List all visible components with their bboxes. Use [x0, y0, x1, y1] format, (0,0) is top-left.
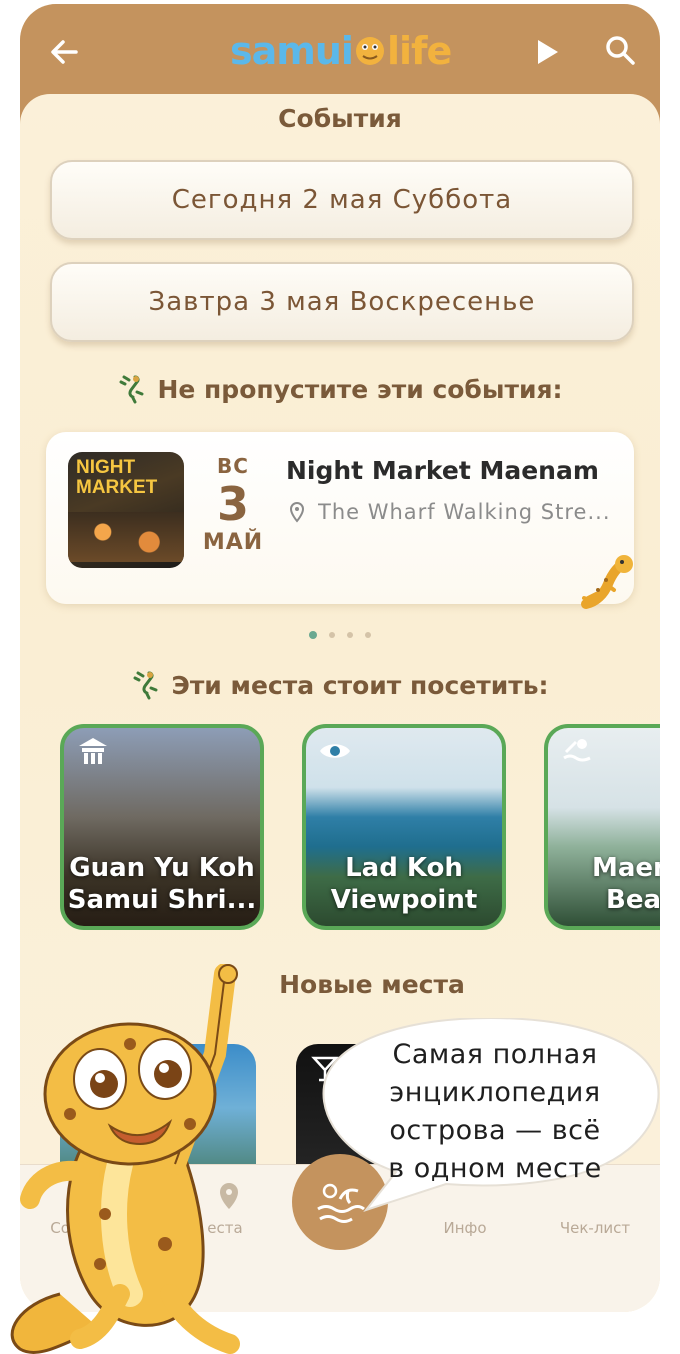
- promo-bubble-text: Самая полная энциклопедия острова — всё …: [388, 1039, 602, 1184]
- temple-icon: [79, 738, 107, 764]
- tab-label: Чек-лист: [559, 1219, 631, 1237]
- play-button[interactable]: [528, 34, 564, 70]
- place-card[interactable]: Lad Koh Viewpoint: [302, 724, 506, 930]
- map-pin-icon: [289, 501, 305, 523]
- event-title: Night Market Maenam: [286, 456, 599, 485]
- event-month: МАЙ: [202, 530, 264, 555]
- search-icon: [606, 36, 635, 65]
- pagination-dot[interactable]: [329, 632, 335, 638]
- places-title: Эти места стоит посетить:: [171, 670, 549, 700]
- event-date: ВС 3 МАЙ: [198, 454, 268, 555]
- event-poster: NIGHT MARKET: [68, 452, 184, 568]
- event-card[interactable]: NIGHT MARKET ВС 3 МАЙ Night Market Maena…: [46, 432, 634, 609]
- tab-info[interactable]: Инфо: [420, 1219, 510, 1237]
- logo-text-life: life: [386, 29, 452, 73]
- gecko-icon: [581, 555, 633, 609]
- logo-text-samui: samui: [230, 29, 354, 73]
- poster-text: NIGHT MARKET: [76, 457, 158, 498]
- event-weekday: ВС: [217, 454, 249, 478]
- carousel-pagination: [20, 631, 660, 639]
- event-day: 3: [216, 477, 249, 531]
- pagination-dot[interactable]: [365, 632, 371, 638]
- featured-events-title: Не пропустите эти события:: [157, 374, 563, 404]
- place-name: MaenBeac: [592, 853, 660, 915]
- tab-label: Инфо: [443, 1219, 487, 1237]
- tomorrow-events-button[interactable]: Завтра 3 мая Воскресенье: [50, 262, 634, 342]
- place-name: Guan Yu Koh Samui Shri...: [67, 853, 257, 915]
- gecko-icon: [133, 671, 158, 700]
- app-logo: samui life: [230, 26, 452, 76]
- events-title: События: [278, 104, 402, 133]
- arrow-left-icon: [51, 40, 78, 64]
- place-name: Lad Koh Viewpoint: [330, 853, 478, 915]
- gecko-mascot-icon: [10, 964, 240, 1354]
- eye-icon: [320, 744, 350, 758]
- logo-gecko-icon: [355, 37, 384, 65]
- play-icon: [538, 40, 558, 64]
- event-location-text: The Wharf Walking Stre...: [318, 500, 611, 524]
- place-card[interactable]: MaenBeac: [544, 724, 660, 930]
- gecko-icon: [119, 375, 144, 404]
- back-button[interactable]: [46, 34, 82, 70]
- places-heading: Эти места стоит посетить:: [20, 670, 660, 700]
- event-location: The Wharf Walking Stre...: [286, 500, 616, 524]
- tab-checklist[interactable]: Чек-лист: [550, 1219, 640, 1237]
- search-button[interactable]: [602, 32, 638, 68]
- place-card[interactable]: Guan Yu Koh Samui Shri...: [60, 724, 264, 930]
- today-events-button[interactable]: Сегодня 2 мая Суббота: [50, 160, 634, 240]
- pagination-dot[interactable]: [347, 632, 353, 638]
- pagination-dot[interactable]: [309, 631, 317, 639]
- featured-events-heading: Не пропустите эти события:: [20, 374, 660, 404]
- beach-icon: [563, 739, 591, 762]
